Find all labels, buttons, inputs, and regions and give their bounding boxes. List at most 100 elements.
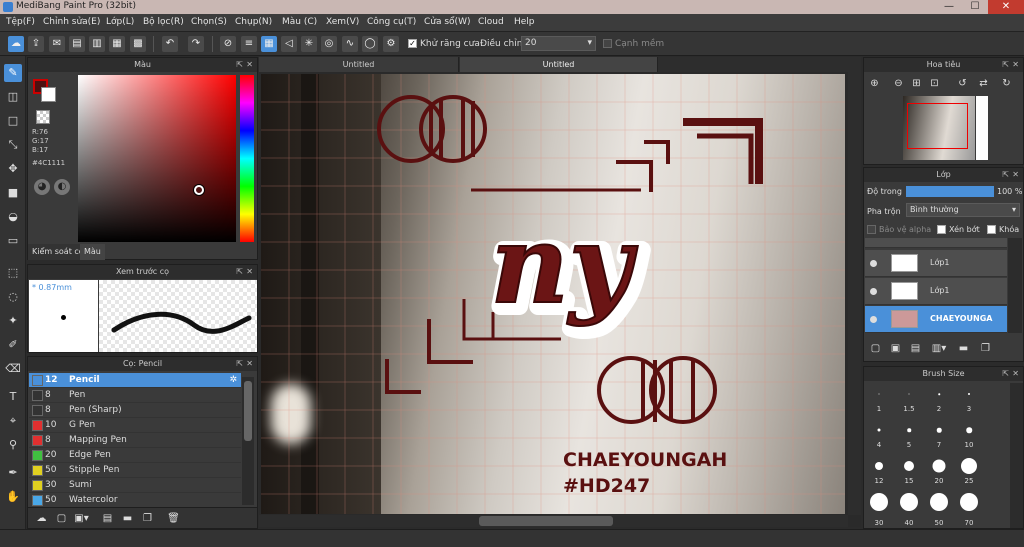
brush-item[interactable]: 20 Edge Pen: [29, 448, 241, 463]
undock-icon[interactable]: ⇱: [236, 265, 243, 279]
brush-size-option[interactable]: 10: [955, 419, 983, 449]
circle-snap-icon[interactable]: ◎: [321, 36, 337, 52]
text-tool-icon[interactable]: T: [4, 388, 22, 406]
magic-wand-icon[interactable]: ✦: [4, 312, 22, 330]
brush-size-option[interactable]: 40: [895, 491, 923, 527]
brush-tool-icon[interactable]: ✎: [4, 64, 22, 82]
folder-icon[interactable]: ▬: [120, 511, 135, 526]
undo-icon[interactable]: ↶: [162, 36, 178, 52]
close-button[interactable]: ✕: [988, 0, 1024, 14]
brush-item[interactable]: 50 Watercolor: [29, 493, 241, 508]
clip-checkbox[interactable]: Xén bớt: [937, 225, 980, 234]
close-icon[interactable]: ✕: [246, 58, 253, 72]
brush-size-scrollbar[interactable]: [1010, 383, 1023, 528]
layer-row-partial[interactable]: [865, 238, 1007, 248]
palette-icon[interactable]: ◕: [34, 179, 50, 195]
color-wheel-icon[interactable]: ◐: [54, 179, 70, 195]
zoom-out-icon[interactable]: ⊖: [891, 76, 906, 91]
brush-size-option[interactable]: 4: [865, 419, 893, 449]
flip-icon[interactable]: ⇄: [976, 76, 991, 91]
gear-icon[interactable]: ✲: [229, 373, 237, 388]
menu-window[interactable]: Cửa sổ(W): [424, 17, 470, 27]
fill-rect-tool-icon[interactable]: ■: [4, 184, 22, 202]
brush-size-option[interactable]: 1.5: [895, 383, 923, 413]
select-eraser-icon[interactable]: ⌫: [4, 360, 22, 378]
gear-icon[interactable]: ⚙: [383, 36, 399, 52]
artwork-canvas[interactable]: ny ny CHAEYOUNGAH #HD247: [261, 74, 845, 514]
tab-document-2[interactable]: Untitled: [460, 57, 658, 72]
canvas-vertical-scrollbar[interactable]: [848, 72, 861, 515]
brush-item[interactable]: 8 Mapping Pen: [29, 433, 241, 448]
curve-snap-icon[interactable]: ∿: [342, 36, 358, 52]
eye-icon[interactable]: [870, 316, 877, 323]
antialias-checkbox[interactable]: ✓ Khử răng cưa: [408, 39, 480, 49]
close-icon[interactable]: ✕: [1012, 58, 1019, 72]
scroll-thumb[interactable]: [479, 516, 613, 526]
brush-item[interactable]: 12 Pencil ✲: [29, 373, 241, 388]
rotate-left-icon[interactable]: ↺: [955, 76, 970, 91]
comment-icon[interactable]: ✉: [49, 36, 65, 52]
menu-file[interactable]: Tệp(F): [6, 17, 35, 27]
tile-icon[interactable]: ▩: [130, 36, 146, 52]
rect-tool-icon[interactable]: □: [4, 112, 22, 130]
layer-menu-icon[interactable]: ▥▾: [928, 341, 950, 356]
layer-scrollbar[interactable]: [1008, 238, 1022, 333]
canvas-horizontal-scrollbar[interactable]: [259, 515, 848, 527]
brush-item[interactable]: 10 G Pen: [29, 418, 241, 433]
brush-size-option[interactable]: 1: [865, 383, 893, 413]
page-icon[interactable]: ▥: [89, 36, 105, 52]
brush-item[interactable]: 8 Pen: [29, 388, 241, 403]
menu-layer[interactable]: Lớp(L): [106, 17, 134, 27]
hue-slider[interactable]: [240, 75, 254, 242]
brush-size-option[interactable]: 25: [955, 455, 983, 485]
close-icon[interactable]: ✕: [246, 357, 253, 371]
brush-size-option[interactable]: 5: [895, 419, 923, 449]
brush-menu-icon[interactable]: ▣▾: [74, 511, 89, 526]
new-file-icon[interactable]: ▤: [69, 36, 85, 52]
background-color[interactable]: [41, 87, 56, 102]
trash-icon[interactable]: 🗑: [166, 511, 181, 526]
cloud-icon[interactable]: ☁: [8, 36, 24, 52]
zoom-in-icon[interactable]: ⊕: [867, 76, 882, 91]
add-brush-icon[interactable]: ▢: [54, 511, 69, 526]
cloud-brush-icon[interactable]: ☁: [34, 511, 49, 526]
add-8bit-layer-icon[interactable]: ▤: [908, 341, 923, 356]
undock-icon[interactable]: ⇱: [1002, 168, 1009, 182]
redo-icon[interactable]: ↷: [188, 36, 204, 52]
color-cursor[interactable]: [194, 185, 204, 195]
close-icon[interactable]: ✕: [1012, 168, 1019, 182]
brush-item[interactable]: 8 Pen (Sharp): [29, 403, 241, 418]
rotate-right-icon[interactable]: ↻: [999, 76, 1014, 91]
adjust-select[interactable]: 20 ▾: [521, 36, 596, 51]
tab-color-control[interactable]: Kiểm soát co: [28, 244, 88, 260]
fit-icon[interactable]: ⊞: [909, 76, 924, 91]
layer-row[interactable]: Lớp1: [865, 250, 1007, 277]
radial-snap-icon[interactable]: ✳: [301, 36, 317, 52]
lasso-tool-icon[interactable]: ◌: [4, 288, 22, 306]
eyedropper-icon[interactable]: ⚲: [4, 436, 22, 454]
transparent-color[interactable]: [36, 110, 50, 124]
brush-scrollbar[interactable]: [242, 377, 254, 505]
brush-size-option[interactable]: 7: [925, 419, 953, 449]
menu-tools[interactable]: Công cụ(T): [367, 17, 416, 27]
brush-size-option[interactable]: 30: [865, 491, 893, 527]
brush-size-option[interactable]: 15: [895, 455, 923, 485]
close-icon[interactable]: ✕: [246, 265, 253, 279]
tab-color[interactable]: Màu: [80, 244, 105, 260]
maximize-button[interactable]: ☐: [962, 0, 988, 14]
gradient-tool-icon[interactable]: ▭: [4, 232, 22, 250]
smooth-checkbox[interactable]: Cạnh mềm: [603, 39, 664, 49]
share-icon[interactable]: ⇪: [28, 36, 44, 52]
select-pen-icon[interactable]: ✐: [4, 336, 22, 354]
eraser-tool-icon[interactable]: ◫: [4, 88, 22, 106]
close-icon[interactable]: ✕: [1012, 367, 1019, 381]
line-tool-icon[interactable]: ⤡: [4, 136, 22, 154]
perspective-snap-icon[interactable]: ◁: [281, 36, 297, 52]
minimize-button[interactable]: —: [936, 0, 962, 14]
hand-tool-icon[interactable]: ✋: [4, 488, 22, 506]
add-halftone-layer-icon[interactable]: ▣: [888, 341, 903, 356]
add-layer-icon[interactable]: ▢: [868, 341, 883, 356]
layer-row-selected[interactable]: CHAEYOUNGA: [865, 306, 1007, 333]
blend-select[interactable]: Bình thường ▾: [906, 203, 1020, 217]
menu-edit[interactable]: Chỉnh sửa(E): [43, 17, 100, 27]
